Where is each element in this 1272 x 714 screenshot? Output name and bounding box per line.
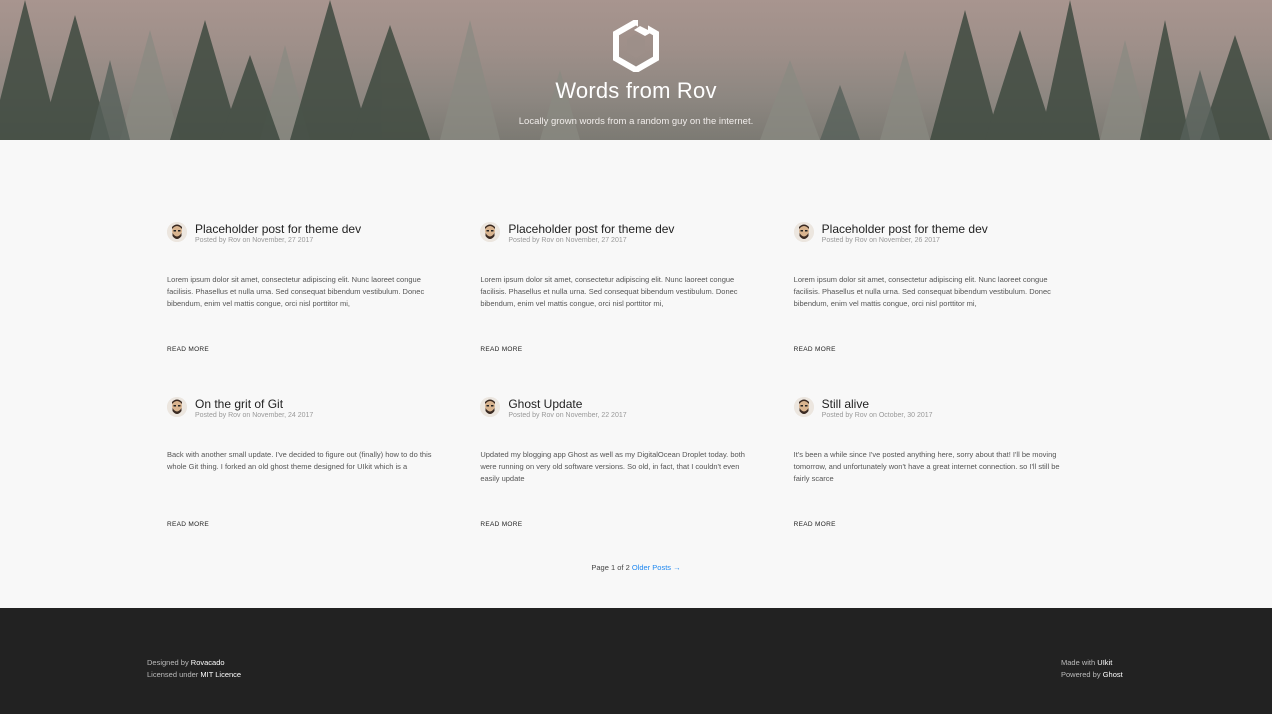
post-card: Ghost Update Posted by Rov on November, … bbox=[480, 397, 793, 572]
older-posts-link[interactable]: Older Posts → bbox=[632, 563, 681, 572]
read-more-link[interactable]: READ MORE bbox=[794, 346, 836, 353]
powered-by-label: Powered by bbox=[1061, 670, 1103, 679]
designer-link[interactable]: Rovacado bbox=[191, 658, 225, 667]
post-title[interactable]: On the grit of Git bbox=[195, 397, 313, 411]
post-meta: Posted by Rov on November, 26 2017 bbox=[821, 237, 940, 244]
site-title[interactable]: Words from Rov bbox=[0, 78, 1272, 104]
footer-credits: Designed by Rovacado Licensed under MIT … bbox=[147, 657, 241, 681]
post-excerpt: Lorem ipsum dolor sit amet, consectetur … bbox=[793, 275, 1051, 308]
hero-content: Words from Rov Locally grown words from … bbox=[0, 20, 1272, 127]
post-excerpt: Lorem ipsum dolor sit amet, consectetur … bbox=[167, 275, 425, 308]
post-feed: Placeholder post for theme dev Posted by… bbox=[0, 140, 1272, 608]
uikit-link[interactable]: UIkit bbox=[1097, 658, 1112, 667]
read-more-link[interactable]: READ MORE bbox=[167, 521, 209, 528]
author-avatar[interactable] bbox=[793, 222, 814, 242]
post-meta: Posted by Rov on November, 27 2017 bbox=[508, 237, 627, 244]
post-excerpt: Updated my blogging app Ghost as well as… bbox=[480, 450, 745, 483]
post-excerpt: It's been a while since I've posted anyt… bbox=[793, 450, 1060, 483]
post-meta: Posted by Rov on November, 22 2017 bbox=[508, 412, 627, 419]
post-row: Placeholder post for theme dev Posted by… bbox=[167, 222, 1107, 397]
author-avatar[interactable] bbox=[167, 397, 187, 417]
site-footer: Designed by Rovacado Licensed under MIT … bbox=[0, 608, 1272, 714]
post-excerpt: Back with another small update. I've dec… bbox=[167, 450, 432, 471]
read-more-link[interactable]: READ MORE bbox=[167, 346, 209, 353]
post-card: Placeholder post for theme dev Posted by… bbox=[167, 222, 480, 397]
hero-header: Words from Rov Locally grown words from … bbox=[0, 0, 1272, 140]
ghost-link[interactable]: Ghost bbox=[1103, 670, 1123, 679]
post-card: Still alive Posted by Rov on October, 30… bbox=[793, 397, 1107, 572]
post-grid: Placeholder post for theme dev Posted by… bbox=[167, 222, 1107, 572]
post-title[interactable]: Ghost Update bbox=[508, 397, 626, 411]
post-card: Placeholder post for theme dev Posted by… bbox=[793, 222, 1107, 397]
post-card: On the grit of Git Posted by Rov on Nove… bbox=[167, 397, 480, 572]
author-avatar[interactable] bbox=[793, 397, 814, 417]
made-with-label: Made with bbox=[1061, 658, 1098, 667]
post-title[interactable]: Placeholder post for theme dev bbox=[822, 222, 988, 236]
uikit-logo-icon[interactable] bbox=[612, 20, 660, 72]
post-row: On the grit of Git Posted by Rov on Nove… bbox=[167, 397, 1107, 572]
post-title[interactable]: Still alive bbox=[822, 397, 933, 411]
author-avatar[interactable] bbox=[167, 222, 187, 242]
post-title[interactable]: Placeholder post for theme dev bbox=[195, 222, 361, 236]
pagination: Page 1 of 2 Older Posts → bbox=[0, 563, 1272, 572]
read-more-link[interactable]: READ MORE bbox=[480, 521, 522, 528]
read-more-link[interactable]: READ MORE bbox=[480, 346, 522, 353]
post-meta: Posted by Rov on November, 24 2017 bbox=[195, 412, 314, 419]
designed-by-label: Designed by bbox=[147, 658, 191, 667]
post-title[interactable]: Placeholder post for theme dev bbox=[508, 222, 674, 236]
author-avatar[interactable] bbox=[480, 397, 501, 417]
licence-label: Licensed under bbox=[147, 670, 201, 679]
site-description: Locally grown words from a random guy on… bbox=[518, 116, 754, 127]
footer-tech: Made with UIkit Powered by Ghost bbox=[1061, 657, 1123, 681]
post-meta: Posted by Rov on November, 27 2017 bbox=[195, 237, 314, 244]
licence-link[interactable]: MIT Licence bbox=[200, 670, 241, 679]
page-indicator: Page 1 of 2 bbox=[591, 563, 630, 572]
post-excerpt: Lorem ipsum dolor sit amet, consectetur … bbox=[480, 275, 738, 308]
author-avatar[interactable] bbox=[480, 222, 501, 242]
post-card: Placeholder post for theme dev Posted by… bbox=[480, 222, 793, 397]
read-more-link[interactable]: READ MORE bbox=[794, 521, 836, 528]
post-meta: Posted by Rov on October, 30 2017 bbox=[821, 412, 933, 419]
